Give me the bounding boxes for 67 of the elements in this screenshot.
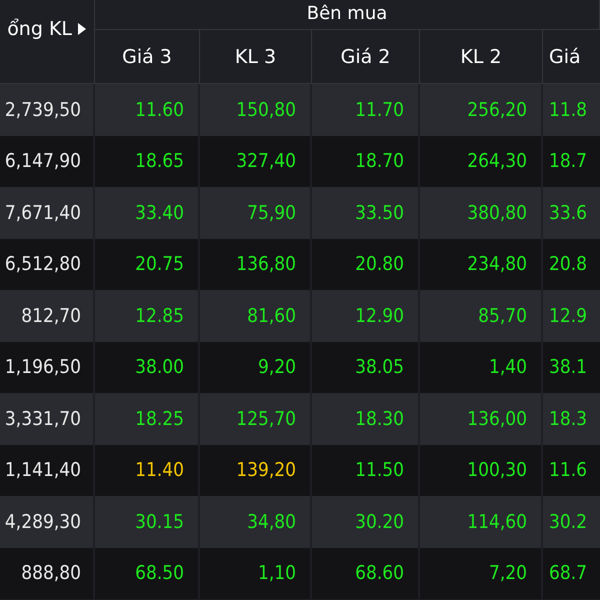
table-cell: 18.65 xyxy=(95,136,200,187)
table-cell: 136,00 xyxy=(420,393,543,444)
table-cell: 33.50 xyxy=(312,187,420,238)
table-cell: 4,289,30 xyxy=(0,496,95,548)
table-cell: 38.1 xyxy=(543,342,600,393)
table-cell: 20.8 xyxy=(543,238,600,290)
table-cell: 85,70 xyxy=(420,290,543,342)
table-cell: 327,40 xyxy=(200,136,312,187)
table-cell: 30.15 xyxy=(95,496,200,548)
table-cell: 38.00 xyxy=(95,342,200,393)
table-cell: 11.60 xyxy=(95,84,200,136)
column-header: Giá 2 xyxy=(312,30,420,84)
table-cell: 68.60 xyxy=(312,548,420,599)
table-cell: 11.70 xyxy=(312,84,420,136)
table-cell: 812,70 xyxy=(0,290,95,342)
table-cell: 234,80 xyxy=(420,238,543,290)
table-cell: 256,20 xyxy=(420,84,543,136)
group-header: Bên mua xyxy=(95,0,600,30)
table-cell: 1,141,40 xyxy=(0,444,95,496)
column-header: Giá 3 xyxy=(95,30,200,84)
column-header-label: ổng KL xyxy=(7,18,72,40)
table-cell: 12.9 xyxy=(543,290,600,342)
table-cell: 264,30 xyxy=(420,136,543,187)
table-cell: 1,40 xyxy=(420,342,543,393)
table-cell: 68.7 xyxy=(543,548,600,599)
table-cell: 125,70 xyxy=(200,393,312,444)
table-cell: 33.6 xyxy=(543,187,600,238)
table-cell: 18.30 xyxy=(312,393,420,444)
table-cell: 6,147,90 xyxy=(0,136,95,187)
table-cell: 38.05 xyxy=(312,342,420,393)
table-cell: 18.7 xyxy=(543,136,600,187)
table-cell: 11.40 xyxy=(95,444,200,496)
table-cell: 1,196,50 xyxy=(0,342,95,393)
table-cell: 18.3 xyxy=(543,393,600,444)
table-cell: 100,30 xyxy=(420,444,543,496)
table-cell: 30.2 xyxy=(543,496,600,548)
table-cell: 34,80 xyxy=(200,496,312,548)
table-cell: 139,20 xyxy=(200,444,312,496)
table-cell: 2,739,50 xyxy=(0,84,95,136)
table-cell: 114,60 xyxy=(420,496,543,548)
table-cell: 3,331,70 xyxy=(0,393,95,444)
table-cell: 20.80 xyxy=(312,238,420,290)
table-cell: 150,80 xyxy=(200,84,312,136)
table-cell: 12.85 xyxy=(95,290,200,342)
table-cell: 11.8 xyxy=(543,84,600,136)
table-cell: 11.50 xyxy=(312,444,420,496)
table-cell: 75,90 xyxy=(200,187,312,238)
table-cell: 81,60 xyxy=(200,290,312,342)
table-cell: 12.90 xyxy=(312,290,420,342)
table-cell: 136,80 xyxy=(200,238,312,290)
table-cell: 9,20 xyxy=(200,342,312,393)
column-header: KL 2 xyxy=(420,30,543,84)
table-cell: 380,80 xyxy=(420,187,543,238)
table-cell: 6,512,80 xyxy=(0,238,95,290)
table-cell: 7,671,40 xyxy=(0,187,95,238)
table-cell: 1,10 xyxy=(200,548,312,599)
table-cell: 888,80 xyxy=(0,548,95,599)
table-cell: 30.20 xyxy=(312,496,420,548)
table-cell: 18.70 xyxy=(312,136,420,187)
column-header: KL 3 xyxy=(200,30,312,84)
table-cell: 7,20 xyxy=(420,548,543,599)
sort-arrow-icon[interactable] xyxy=(78,23,86,35)
table-cell: 11.6 xyxy=(543,444,600,496)
table-cell: 18.25 xyxy=(95,393,200,444)
table-cell: 68.50 xyxy=(95,548,200,599)
table-cell: 33.40 xyxy=(95,187,200,238)
table-cell: 20.75 xyxy=(95,238,200,290)
